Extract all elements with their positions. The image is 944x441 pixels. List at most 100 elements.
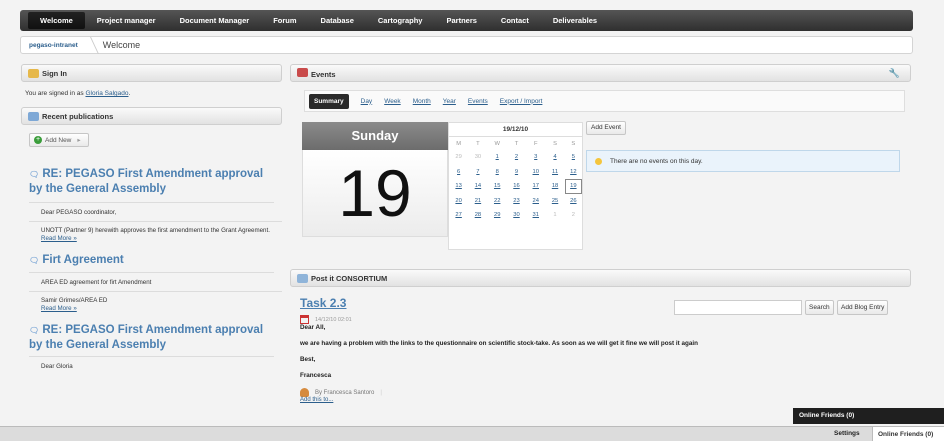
read-more-link[interactable]: Read More » xyxy=(41,235,77,242)
wrench-icon[interactable]: 🔧 xyxy=(889,68,900,79)
signed-in-user-link[interactable]: Gloria Salgado xyxy=(85,90,128,97)
calendar-day[interactable]: 23 xyxy=(507,194,526,209)
calendar-day[interactable]: 27 xyxy=(449,208,468,223)
postit-panel: Post it CONSORTIUM Search Add Blog Entry… xyxy=(290,269,911,403)
blog-closing: Best, xyxy=(300,356,316,363)
add-new-label: Add New xyxy=(45,136,72,144)
online-friends-tab[interactable]: Online Friends (0) xyxy=(872,427,944,441)
nav-deliverables[interactable]: Deliverables xyxy=(541,10,609,31)
calendar-day[interactable]: 31 xyxy=(526,208,545,223)
tab-year[interactable]: Year xyxy=(443,98,456,105)
comment-icon: 🗨 xyxy=(29,170,40,179)
calendar-day[interactable]: 16 xyxy=(507,179,526,194)
chat-settings-button[interactable]: Settings xyxy=(834,430,860,437)
left-column: Sign In You are signed in as Gloria Salg… xyxy=(21,64,282,376)
publication-excerpt: Dear Gloria xyxy=(41,363,73,370)
calendar-day[interactable]: 1 xyxy=(488,150,507,165)
comment-icon: 🗨 xyxy=(29,326,40,335)
add-this-to-link[interactable]: Add this to... xyxy=(300,397,911,403)
publication-title-link[interactable]: 🗨 Firt Agreement xyxy=(29,253,274,268)
nav-welcome[interactable]: Welcome xyxy=(28,12,85,29)
nav-document-manager[interactable]: Document Manager xyxy=(168,10,262,31)
calendar-day[interactable]: 9 xyxy=(507,165,526,180)
blog-entry-body: Dear All, we are having a problem with t… xyxy=(300,324,911,379)
plus-icon: + xyxy=(34,136,42,144)
top-navigation: Welcome Project manager Document Manager… xyxy=(20,10,913,31)
events-panel-header: Events 🔧 xyxy=(290,64,911,82)
calendar-day[interactable]: 4 xyxy=(545,150,564,165)
blog-signature: Francesca xyxy=(300,372,332,379)
nav-cartography[interactable]: Cartography xyxy=(366,10,435,31)
calendar-day[interactable]: 5 xyxy=(565,150,582,165)
calendar-day[interactable]: 25 xyxy=(545,194,564,209)
events-tabs: Summary Day Week Month Year Events Expor… xyxy=(304,90,905,112)
calendar-day[interactable]: 12 xyxy=(565,165,582,180)
publication-title-link[interactable]: 🗨 RE: PEGASO First Amendment approval by… xyxy=(29,323,274,352)
calendar-day[interactable]: 15 xyxy=(488,179,507,194)
calendar-day[interactable]: 21 xyxy=(468,194,487,209)
blog-search-input[interactable] xyxy=(674,300,802,315)
add-new-button[interactable]: + Add New ▸ xyxy=(29,133,89,147)
tab-events[interactable]: Events xyxy=(468,98,488,105)
calendar-day[interactable]: 18 xyxy=(545,179,564,194)
publication-excerpt: Samir Grimes/AREA ED Read More » xyxy=(41,297,108,312)
add-blog-entry-button[interactable]: Add Blog Entry xyxy=(837,300,889,315)
calendar-day: 2 xyxy=(571,212,575,219)
calendar-day[interactable]: 14 xyxy=(468,179,487,194)
signin-title: Sign In xyxy=(42,68,67,78)
no-events-notice: There are no events on this day. xyxy=(586,150,900,172)
signin-panel-header: Sign In xyxy=(21,64,282,82)
nav-contact[interactable]: Contact xyxy=(489,10,541,31)
day-number: 19 xyxy=(302,150,448,237)
blog-entry-date: 14/12/10 02:01 xyxy=(300,315,911,324)
calendar-day[interactable]: 10 xyxy=(526,165,545,180)
calendar-day[interactable]: 17 xyxy=(526,179,545,194)
calendar-day[interactable]: 7 xyxy=(468,165,487,180)
recent-publications-header: Recent publications xyxy=(21,107,282,125)
calendar-day[interactable]: 29 xyxy=(488,208,507,223)
publication-title-link[interactable]: 🗨 RE: PEGASO First Amendment approval by… xyxy=(29,167,274,196)
calendar-day-selected[interactable]: 19 xyxy=(564,179,582,194)
nav-partners[interactable]: Partners xyxy=(434,10,488,31)
publication-excerpt: AREA ED agreement for firt Amendment xyxy=(41,279,152,286)
calendar-day[interactable]: 8 xyxy=(488,165,507,180)
tab-summary[interactable]: Summary xyxy=(309,93,349,109)
nav-database[interactable]: Database xyxy=(309,10,366,31)
tab-day[interactable]: Day xyxy=(361,98,373,105)
nav-project-manager[interactable]: Project manager xyxy=(85,10,168,31)
calendar-day[interactable]: 2 xyxy=(507,150,526,165)
publication-excerpt: UNOTT (Partner 9) herewith approves the … xyxy=(41,227,270,242)
calendar-day[interactable]: 22 xyxy=(488,194,507,209)
events-panel: Events 🔧 Summary Day Week Month Year Eve… xyxy=(290,64,911,254)
current-day-display: Sunday 19 xyxy=(302,122,448,237)
calendar-day: 29 xyxy=(455,154,462,161)
notes-icon xyxy=(297,273,308,283)
calendar-day[interactable]: 3 xyxy=(526,150,545,165)
online-friends-panel[interactable]: Online Friends (0) xyxy=(793,408,944,424)
calendar-day[interactable]: 30 xyxy=(507,208,526,223)
tab-week[interactable]: Week xyxy=(384,98,401,105)
user-icon xyxy=(300,388,309,397)
calendar-weekday-row: M T W T F S S xyxy=(456,140,576,147)
breadcrumb-current: Welcome xyxy=(102,40,141,50)
read-more-link[interactable]: Read More » xyxy=(41,305,77,312)
calendar-day[interactable]: 6 xyxy=(449,165,468,180)
calendar-day[interactable]: 26 xyxy=(565,194,582,209)
no-events-text: There are no events on this day. xyxy=(610,157,703,165)
breadcrumb-root-link[interactable]: pegaso-intranet xyxy=(21,42,86,49)
calendar-day[interactable]: 11 xyxy=(545,165,564,180)
add-event-button[interactable]: Add Event xyxy=(586,121,626,135)
calendar-icon xyxy=(300,315,309,324)
calendar-day[interactable]: 28 xyxy=(468,208,487,223)
postit-title: Post it CONSORTIUM xyxy=(311,273,388,283)
tab-export-import[interactable]: Export / Import xyxy=(500,98,543,105)
chevron-right-icon: ▸ xyxy=(77,137,81,144)
calendar-day[interactable]: 20 xyxy=(449,194,468,209)
nav-forum[interactable]: Forum xyxy=(261,10,308,31)
search-button[interactable]: Search xyxy=(805,300,834,315)
calendar-week-row: 20 21 22 23 24 25 26 xyxy=(449,194,582,209)
recent-publications-body: + Add New ▸ 🗨 RE: PEGASO First Amendment… xyxy=(21,125,282,371)
calendar-day[interactable]: 13 xyxy=(449,179,468,194)
tab-month[interactable]: Month xyxy=(413,98,431,105)
calendar-day[interactable]: 24 xyxy=(526,194,545,209)
